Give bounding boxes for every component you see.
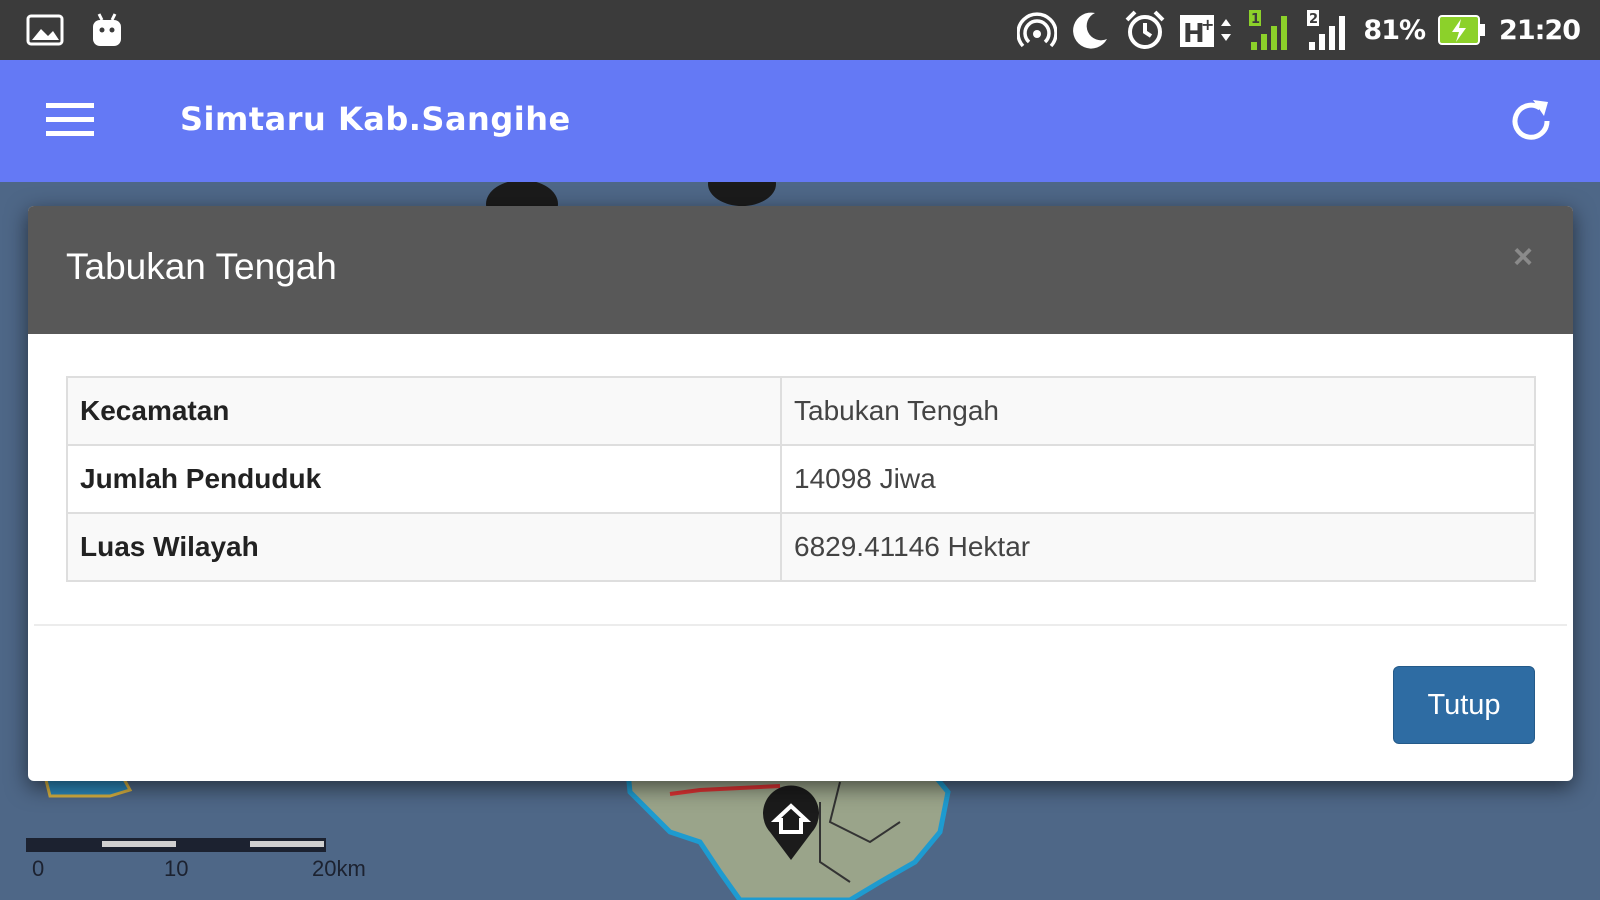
svg-text:2: 2 [1309, 12, 1318, 27]
row-value: 14098 Jiwa [780, 444, 1536, 514]
map-scale-bar [26, 838, 326, 857]
row-label: Luas Wilayah [66, 512, 782, 582]
svg-text:1: 1 [1251, 12, 1260, 27]
scale-label-10: 10 [164, 856, 189, 881]
clock: 21:20 [1499, 14, 1581, 46]
signal-sim2-icon: 2 [1305, 8, 1351, 52]
hplus-icon: H + [1179, 10, 1235, 50]
table-row: Jumlah Penduduk 14098 Jiwa [66, 444, 1536, 514]
row-label: Kecamatan [66, 376, 782, 446]
status-bar: H + 1 2 81% 21:20 [0, 0, 1600, 60]
row-label: Jumlah Penduduk [66, 444, 782, 514]
hotspot-icon [1017, 10, 1058, 50]
app-title: Simtaru Kab.Sangihe [180, 100, 571, 138]
refresh-icon[interactable] [1506, 96, 1556, 146]
android-icon [90, 12, 124, 48]
info-modal: Tabukan Tengah × Kecamatan Tabukan Tenga… [28, 206, 1573, 781]
close-button[interactable]: Tutup [1393, 666, 1535, 744]
modal-footer-divider [34, 624, 1567, 626]
scale-label-20km: 20km [312, 856, 366, 881]
signal-sim1-icon: 1 [1247, 8, 1293, 52]
info-table: Kecamatan Tabukan Tengah Jumlah Penduduk… [66, 376, 1536, 582]
modal-header: Tabukan Tengah × [28, 206, 1573, 334]
svg-text:+: + [1201, 15, 1214, 34]
battery-percent: 81% [1363, 14, 1426, 46]
image-icon [26, 13, 64, 47]
close-icon[interactable]: × [1513, 238, 1533, 277]
home-marker-icon[interactable] [756, 782, 826, 867]
scale-label-0: 0 [32, 856, 45, 881]
table-row: Kecamatan Tabukan Tengah [66, 376, 1536, 446]
battery-charging-icon [1437, 13, 1487, 47]
moon-icon [1069, 9, 1111, 51]
table-row: Luas Wilayah 6829.41146 Hektar [66, 512, 1536, 582]
hamburger-menu-icon[interactable] [46, 100, 94, 140]
app-bar: Simtaru Kab.Sangihe [0, 60, 1600, 182]
row-value: Tabukan Tengah [780, 376, 1536, 446]
alarm-icon [1123, 8, 1167, 52]
modal-title: Tabukan Tengah [66, 246, 337, 287]
row-value: 6829.41146 Hektar [780, 512, 1536, 582]
